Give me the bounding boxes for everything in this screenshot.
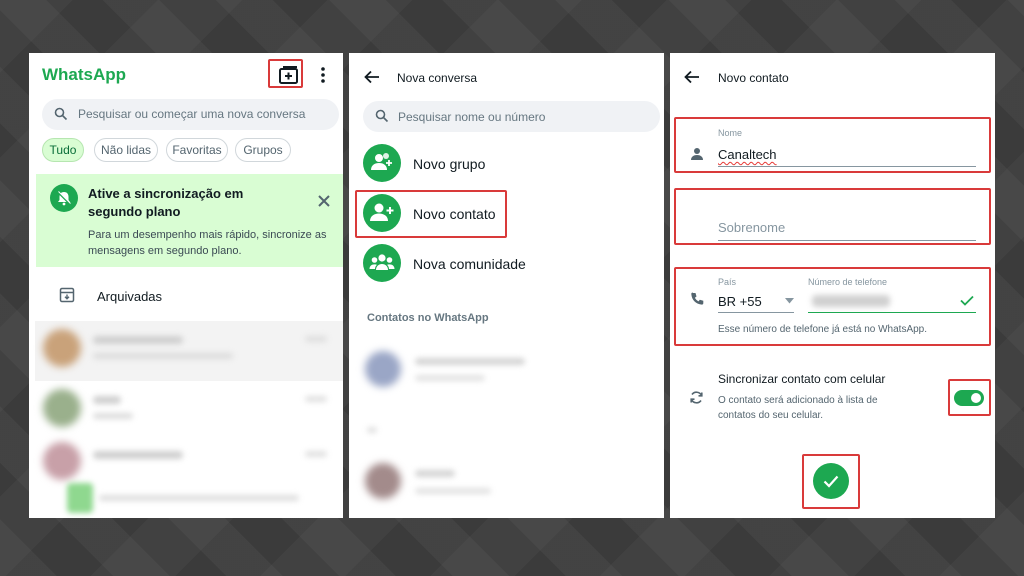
chat-row-time-blurred	[305, 451, 327, 457]
chat-row-preview-blurred	[93, 413, 133, 419]
community-icon	[363, 244, 401, 282]
avatar	[43, 442, 81, 480]
chat-row-time-blurred	[305, 396, 327, 402]
avatar	[365, 351, 401, 387]
archive-icon	[59, 287, 75, 303]
contact-search-bar[interactable]: Pesquisar nome ou número	[363, 101, 660, 132]
contact-name-blurred	[415, 358, 525, 365]
highlight-surname-field	[674, 188, 991, 245]
search-icon	[54, 107, 68, 121]
sync-description: O contato será adicionado à lista de con…	[718, 395, 878, 421]
blurred-media-thumb	[67, 483, 93, 513]
contact-status-blurred	[415, 375, 485, 381]
search-placeholder: Pesquisar nome ou número	[398, 110, 546, 124]
blurred-fragment	[367, 427, 377, 433]
screen-title: Nova conversa	[397, 71, 478, 85]
chat-row-name-blurred	[93, 396, 121, 404]
more-menu-icon[interactable]	[319, 66, 327, 84]
filter-chip-nao-lidas[interactable]: Não lidas	[94, 138, 158, 162]
highlight-new-chat	[268, 59, 303, 88]
bell-off-icon	[50, 184, 78, 212]
avatar	[365, 463, 401, 499]
option-new-community[interactable]: Nova comunidade	[349, 244, 664, 284]
contact-name-blurred	[415, 470, 455, 477]
search-bar[interactable]: Pesquisar ou começar uma nova conversa	[42, 99, 339, 130]
contact-status-blurred	[415, 488, 491, 494]
highlight-save-button	[802, 454, 860, 509]
chat-row-name-blurred	[93, 336, 183, 344]
back-arrow-icon[interactable]	[684, 70, 700, 84]
new-chat-screen: Nova conversa Pesquisar nome ou número N…	[349, 53, 664, 518]
highlight-name-field	[674, 117, 991, 173]
chat-row-selected[interactable]	[35, 321, 343, 381]
filter-chip-favoritas[interactable]: Favoritas	[166, 138, 228, 162]
avatar	[43, 329, 81, 367]
search-placeholder: Pesquisar ou começar uma nova conversa	[78, 107, 306, 121]
close-icon[interactable]	[317, 194, 331, 208]
archived-label[interactable]: Arquivadas	[97, 289, 162, 304]
chat-row-name-blurred	[93, 451, 183, 459]
option-new-community-label: Nova comunidade	[413, 256, 526, 272]
option-new-group-label: Novo grupo	[413, 156, 486, 172]
highlight-sync-toggle	[948, 379, 991, 416]
sync-banner-title: Ative a sincronização em segundo plano	[88, 186, 244, 219]
option-new-group[interactable]: Novo grupo	[349, 144, 664, 184]
sync-banner[interactable]: Ative a sincronização em segundo plano P…	[36, 174, 343, 267]
contacts-section-label: Contatos no WhatsApp	[367, 312, 489, 324]
filter-chip-grupos[interactable]: Grupos	[235, 138, 291, 162]
sync-banner-body: Para um desempenho mais rápido, sincroni…	[88, 229, 327, 257]
highlight-new-contact	[355, 190, 507, 238]
chats-screen: WhatsApp Pesquisar ou começar uma nova c…	[29, 53, 343, 518]
app-title: WhatsApp	[42, 65, 127, 84]
screen-title: Novo contato	[718, 71, 789, 85]
filter-chip-tudo[interactable]: Tudo	[42, 138, 84, 162]
chat-row-time-blurred	[305, 336, 327, 342]
sync-icon	[690, 391, 703, 404]
sync-title: Sincronizar contato com celular	[718, 372, 886, 386]
chat-row-preview-blurred	[99, 495, 299, 501]
new-contact-screen: Novo contato Nome Canaltech Sobrenome Pa…	[670, 53, 995, 518]
highlight-phone-field	[674, 267, 991, 346]
search-icon	[375, 109, 389, 123]
add-group-icon	[363, 144, 401, 182]
avatar	[43, 389, 81, 427]
chat-row-preview-blurred	[93, 353, 233, 359]
back-arrow-icon[interactable]	[364, 70, 380, 84]
